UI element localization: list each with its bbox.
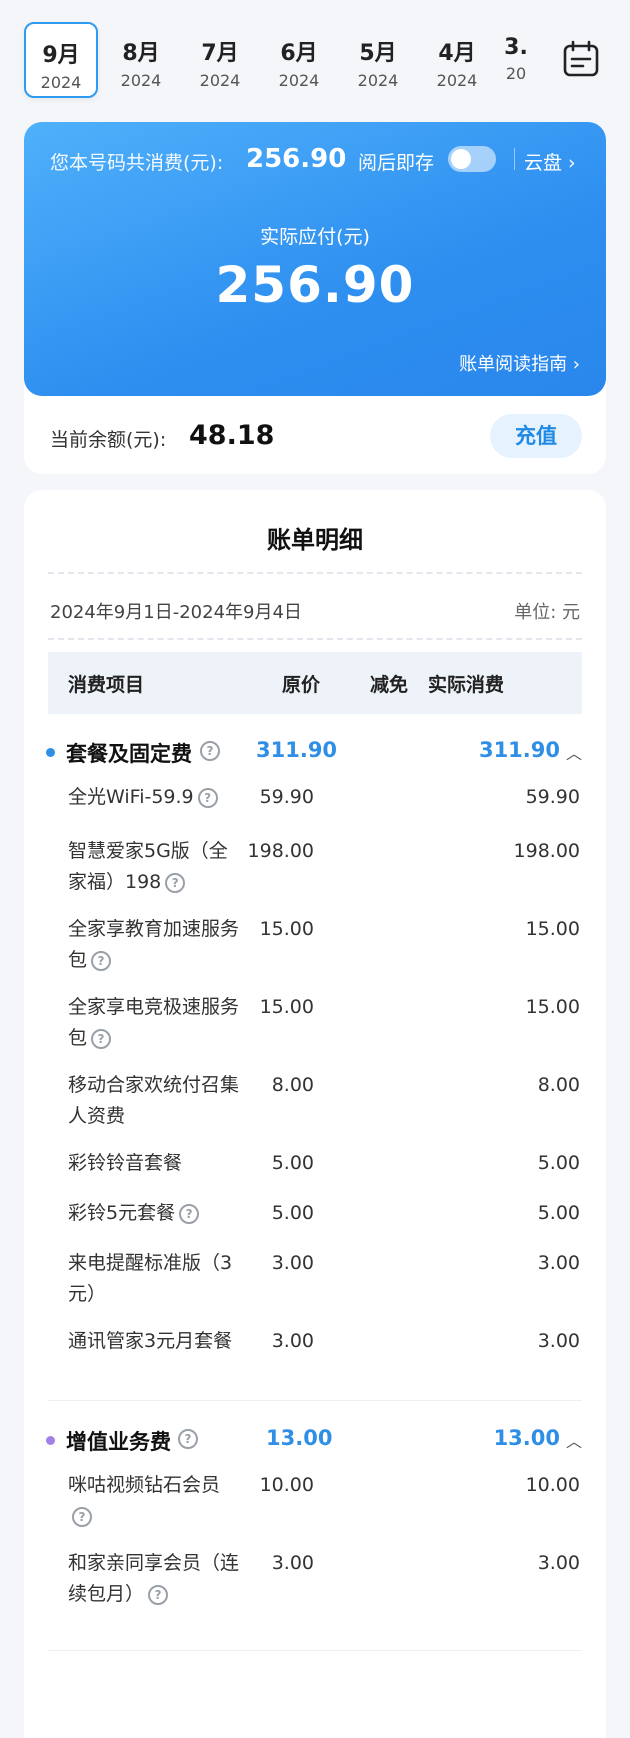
section-actual: 13.00	[493, 1426, 560, 1450]
item-original: 10.00	[259, 1474, 314, 1496]
month-tab-aug-2024[interactable]: 8月 2024	[104, 22, 178, 98]
item-actual: 5.00	[537, 1152, 580, 1174]
recharge-button[interactable]: 充值	[490, 414, 582, 458]
year-label: 2024	[40, 73, 82, 92]
help-icon[interactable]: ?	[91, 950, 112, 971]
amount-due-label: 实际应付(元)	[260, 226, 370, 248]
cloud-drive-link[interactable]: 云盘 ›	[524, 148, 576, 175]
month-label: 4月	[438, 41, 476, 66]
section-dot	[46, 748, 55, 757]
year-label: 2024	[278, 71, 320, 90]
item-original: 5.00	[271, 1202, 314, 1224]
bill-detail-card: 账单明细 2024年9月1日-2024年9月4日 单位: 元 消费项目 原价 减…	[24, 490, 606, 1738]
year-label: 20	[505, 64, 527, 83]
month-tab-jul-2024[interactable]: 7月 2024	[183, 22, 257, 98]
item-name: 彩铃铃音套餐	[68, 1152, 183, 1174]
item-actual: 5.00	[537, 1202, 580, 1224]
month-label: 3.	[504, 35, 528, 60]
month-tabs: 9月 2024 8月 2024 7月 2024 6月 2024 5月 2024 …	[0, 0, 630, 108]
item-name: 智慧爱家5G版（全家福）198	[68, 840, 228, 893]
year-label: 2024	[357, 71, 399, 90]
unit-label: 单位: 元	[514, 602, 580, 623]
item-original: 3.00	[271, 1552, 314, 1574]
help-icon[interactable]: ?	[179, 1203, 200, 1224]
header-item: 消费项目	[68, 674, 145, 696]
month-label: 7月	[201, 41, 239, 66]
divider	[514, 148, 515, 170]
item-original: 8.00	[271, 1074, 314, 1096]
item-name: 通讯管家3元月套餐	[68, 1330, 233, 1352]
help-icon[interactable]: ?	[148, 1584, 169, 1605]
item-name: 全光WiFi-59.9	[68, 786, 194, 808]
item-name: 彩铃5元套餐	[68, 1202, 176, 1224]
item-original: 59.90	[259, 786, 314, 808]
total-consumption-value: 256.90	[246, 144, 347, 174]
dashed-divider	[48, 572, 582, 574]
header-original-price: 原价	[282, 674, 321, 696]
item-original: 3.00	[271, 1330, 314, 1352]
item-actual: 3.00	[537, 1552, 580, 1574]
item-original: 3.00	[271, 1252, 314, 1274]
month-tab-apr-2024[interactable]: 4月 2024	[420, 22, 494, 98]
section-dot	[46, 1436, 55, 1445]
month-label: 6月	[280, 41, 318, 66]
item-actual: 15.00	[525, 918, 580, 940]
month-tab-may-2024[interactable]: 5月 2024	[341, 22, 415, 98]
save-after-read-toggle[interactable]	[448, 146, 496, 172]
chevron-up-icon[interactable]: ︿	[566, 740, 582, 764]
section-actual: 311.90	[478, 738, 560, 762]
bill-guide-link[interactable]: 账单阅读指南 ›	[459, 350, 580, 376]
section-title: 套餐及固定费	[66, 742, 192, 766]
section-divider	[48, 1400, 582, 1401]
item-actual: 3.00	[537, 1330, 580, 1352]
billing-period: 2024年9月1日-2024年9月4日	[50, 602, 302, 623]
year-label: 2024	[436, 71, 478, 90]
item-actual: 8.00	[537, 1074, 580, 1096]
month-label: 5月	[359, 41, 397, 66]
month-tab-mar-2024[interactable]: 3. 20	[496, 22, 536, 98]
item-actual: 10.00	[525, 1474, 580, 1496]
help-icon[interactable]: ?	[72, 1506, 92, 1527]
table-header: 消费项目 原价 减免 实际消费	[48, 652, 582, 714]
section-original: 13.00	[266, 1426, 333, 1450]
year-label: 2024	[199, 71, 241, 90]
month-tab-sep-2024[interactable]: 9月 2024	[24, 22, 98, 98]
item-actual: 198.00	[513, 840, 580, 862]
chevron-up-icon[interactable]: ︿	[566, 1428, 582, 1452]
month-tab-jun-2024[interactable]: 6月 2024	[262, 22, 336, 98]
help-icon[interactable]: ?	[178, 1429, 198, 1449]
amount-due-value: 256.90	[215, 256, 415, 314]
item-name: 咪咕视频钻石会员	[68, 1474, 221, 1496]
balance-label: 当前余额(元):	[50, 429, 167, 451]
help-icon[interactable]: ?	[197, 787, 218, 808]
dashed-divider	[48, 638, 582, 640]
month-label: 9月	[42, 43, 80, 68]
item-original: 5.00	[271, 1152, 314, 1174]
item-actual: 15.00	[525, 996, 580, 1018]
calendar-icon[interactable]	[562, 40, 600, 78]
month-label: 8月	[122, 41, 160, 66]
balance-value: 48.18	[189, 420, 275, 451]
bill-summary-card: 您本号码共消费(元): 256.90 阅后即存 云盘 › 实际应付(元) 256…	[24, 122, 606, 474]
help-icon[interactable]: ?	[165, 872, 186, 893]
item-name: 来电提醒标准版（3元）	[68, 1252, 233, 1305]
item-original: 198.00	[247, 840, 314, 862]
header-actual: 实际消费	[428, 674, 505, 696]
header-discount: 减免	[370, 674, 409, 696]
year-label: 2024	[120, 71, 162, 90]
bill-detail-title: 账单明细	[267, 526, 363, 554]
bill-summary-banner: 您本号码共消费(元): 256.90 阅后即存 云盘 › 实际应付(元) 256…	[24, 122, 606, 396]
total-consumption-label: 您本号码共消费(元):	[50, 152, 224, 174]
item-name: 移动合家欢统付召集人资费	[68, 1074, 240, 1127]
item-actual: 59.90	[525, 786, 580, 808]
save-after-read-label: 阅后即存	[358, 152, 435, 174]
section-divider	[48, 1650, 582, 1651]
section-original: 311.90	[256, 738, 338, 762]
item-original: 15.00	[259, 918, 314, 940]
item-original: 15.00	[259, 996, 314, 1018]
help-icon[interactable]: ?	[91, 1028, 112, 1049]
item-actual: 3.00	[537, 1252, 580, 1274]
help-icon[interactable]: ?	[200, 741, 220, 761]
section-title: 增值业务费	[66, 1430, 171, 1454]
